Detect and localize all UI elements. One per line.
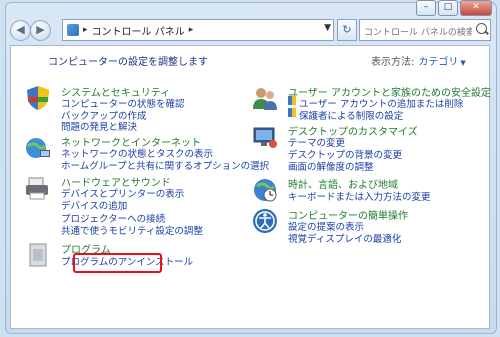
link-troubleshoot[interactable]: 問題の発見と解決 — [61, 119, 137, 133]
programs-icon — [29, 243, 47, 267]
view-by: 表示方法: カテゴリ ▼ — [371, 53, 466, 68]
users-icon — [253, 88, 277, 110]
minimize-button[interactable]: – — [416, 0, 436, 16]
view-by-label: 表示方法: — [371, 57, 415, 68]
page-title: コンピューターの設定を調整します — [48, 57, 208, 68]
back-button[interactable]: ◀ — [10, 20, 31, 41]
clock-globe-icon — [254, 179, 277, 202]
forward-arrow-icon: ▶ — [36, 23, 45, 36]
view-by-dropdown[interactable]: カテゴリ — [418, 57, 458, 68]
maximize-button[interactable]: □ — [438, 0, 458, 16]
link-homegroup[interactable]: ホームグループと共有に関するオプションの選択 — [61, 158, 269, 172]
highlight-box — [73, 253, 162, 273]
navigation-toolbar: ◀ ▶ ▸ コントロール パネル ▸ ▼ ↻ — [10, 19, 492, 42]
uac-shield-icon — [288, 108, 296, 117]
desktop-icon — [253, 127, 277, 148]
link-change-keyboard[interactable]: キーボードまたは入力方法の変更 — [288, 189, 431, 203]
search-input[interactable] — [360, 24, 476, 42]
control-panel-icon — [67, 24, 79, 36]
search-icon[interactable] — [476, 23, 487, 34]
chevron-down-icon[interactable]: ▼ — [324, 23, 331, 33]
chevron-down-icon[interactable]: ▼ — [460, 59, 465, 67]
breadcrumb-separator[interactable]: ▸ — [189, 25, 194, 35]
link-optimize-display[interactable]: 視覚ディスプレイの最適化 — [288, 231, 401, 245]
shield-icon — [27, 86, 49, 110]
refresh-icon: ↻ — [342, 23, 352, 36]
breadcrumb-control-panel[interactable]: コントロール パネル — [92, 23, 185, 38]
address-bar[interactable]: ▸ コントロール パネル ▸ ▼ — [62, 19, 334, 41]
window: – □ ✕ ◀ ▶ ▸ コントロール パネル ▸ ▼ ↻ コンピューターの設定を… — [0, 0, 500, 337]
breadcrumb-separator[interactable]: ▸ — [83, 25, 88, 35]
link-mobility-settings[interactable]: 共通で使うモビリティ設定の調整 — [61, 223, 203, 237]
search-box[interactable] — [359, 19, 491, 42]
uac-shield-icon — [288, 96, 296, 105]
refresh-button[interactable]: ↻ — [337, 19, 357, 41]
link-add-device[interactable]: デバイスの追加 — [61, 198, 127, 212]
content-pane: コンピューターの設定を調整します 表示方法: カテゴリ ▼ システムとセキュリティ … — [10, 45, 491, 329]
printer-icon — [26, 177, 48, 200]
link-adjust-resolution[interactable]: 画面の解像度の調整 — [288, 159, 374, 173]
title-bar-buttons: – □ ✕ — [416, 0, 492, 16]
ease-of-access-icon — [253, 209, 277, 233]
network-globe-icon — [26, 138, 50, 158]
back-arrow-icon: ◀ — [16, 23, 25, 36]
close-button[interactable]: ✕ — [460, 0, 492, 16]
forward-button[interactable]: ▶ — [30, 20, 51, 41]
link-parental-controls[interactable]: 保護者による制限の設定 — [299, 108, 403, 122]
